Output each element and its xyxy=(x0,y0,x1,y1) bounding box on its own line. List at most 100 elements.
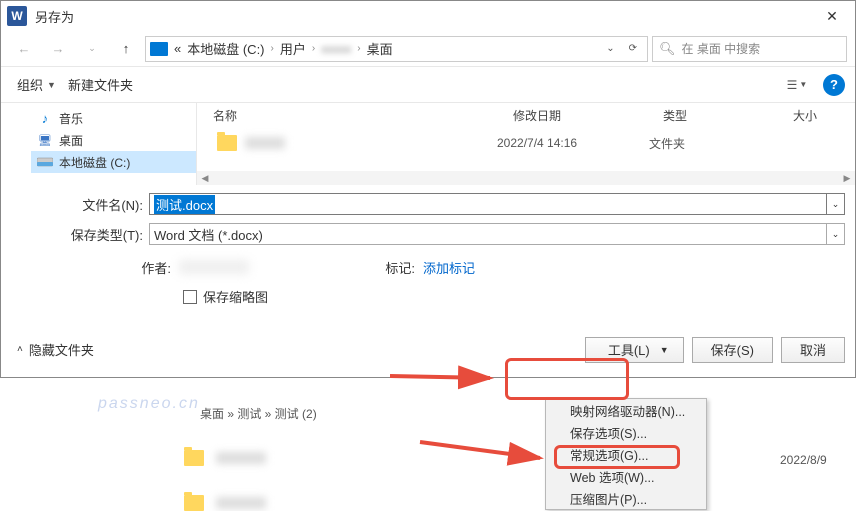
desktop-icon: 🖥 xyxy=(37,132,53,148)
sidebar: ♪ 音乐 🖥 桌面 本地磁盘 (C:) xyxy=(1,103,197,185)
filetype-row: 保存类型(T): Word 文档 (*.docx) ⌄ xyxy=(31,221,845,247)
tools-label: 工具(L) xyxy=(608,340,650,359)
path-box[interactable]: « 本地磁盘 (C:) › 用户 › xxxxx › 桌面 ⌄ ⟳ xyxy=(145,36,648,62)
file-row[interactable]: 2022/7/4 14:16 文件夹 xyxy=(197,131,855,155)
organize-label: 组织 xyxy=(17,75,43,94)
file-date: 2022/7/4 14:16 xyxy=(493,136,643,150)
forward-button[interactable]: → xyxy=(43,36,73,62)
file-area: 名称 修改日期 类型 大小 2022/7/4 14:16 文件夹 ◀ ▶ xyxy=(197,103,855,185)
tags-value[interactable]: 添加标记 xyxy=(423,258,603,277)
organize-button[interactable]: 组织 ▼ xyxy=(11,72,62,98)
bg-file-row-2 xyxy=(184,495,266,511)
sidebar-label: 桌面 xyxy=(59,132,83,149)
hide-folders-button[interactable]: ˄ 隐藏文件夹 xyxy=(11,336,100,363)
help-button[interactable]: ? xyxy=(823,74,845,96)
col-date[interactable]: 修改日期 xyxy=(497,107,647,124)
new-folder-label: 新建文件夹 xyxy=(68,75,133,94)
col-name[interactable]: 名称 xyxy=(197,107,497,124)
thumbnail-checkbox[interactable] xyxy=(183,290,197,304)
hide-folders-label: 隐藏文件夹 xyxy=(29,340,94,359)
titlebar: W 另存为 ✕ xyxy=(1,1,855,31)
pc-icon xyxy=(150,42,168,56)
menu-map-drive[interactable]: 映射网络驱动器(N)... xyxy=(546,399,706,421)
meta-row: 作者: 标记: 添加标记 xyxy=(31,251,845,277)
close-button[interactable]: ✕ xyxy=(809,1,855,31)
toolbar: 组织 ▼ 新建文件夹 ☰ ▼ ? xyxy=(1,67,855,103)
col-size[interactable]: 大小 xyxy=(777,107,855,124)
path-seg-4[interactable]: 桌面 xyxy=(365,39,395,58)
back-button[interactable]: ← xyxy=(9,36,39,62)
path-seg-3-blurred[interactable]: xxxxx xyxy=(319,42,353,56)
refresh-button[interactable]: ⟳ xyxy=(623,43,643,54)
filetype-value: Word 文档 (*.docx) xyxy=(154,225,263,244)
body: ♪ 音乐 🖥 桌面 本地磁盘 (C:) 名称 修改日期 类型 大小 xyxy=(1,103,855,185)
sidebar-item-music[interactable]: ♪ 音乐 xyxy=(31,107,196,129)
chevron-right-icon: › xyxy=(269,43,276,54)
thumbnail-label: 保存缩略图 xyxy=(203,287,268,306)
view-mode-button[interactable]: ☰ ▼ xyxy=(779,72,815,98)
watermark: passneo.cn xyxy=(98,395,200,413)
cancel-button[interactable]: 取消 xyxy=(781,337,845,363)
chevron-up-icon: ˄ xyxy=(17,344,23,355)
filename-dropdown[interactable]: ⌄ xyxy=(827,193,845,215)
recent-dropdown[interactable]: ⌄ xyxy=(77,36,107,62)
chevron-down-icon: ▼ xyxy=(47,80,56,90)
file-type: 文件夹 xyxy=(643,135,773,152)
tags-label: 标记: xyxy=(375,258,415,277)
h-scrollbar[interactable]: ◀ ▶ xyxy=(197,171,855,185)
filetype-label: 保存类型(T): xyxy=(31,225,149,244)
up-button[interactable]: ↑ xyxy=(111,36,141,62)
scroll-left-icon[interactable]: ◀ xyxy=(197,171,213,185)
chevron-down-icon: ▼ xyxy=(660,345,669,355)
search-input[interactable]: 🔍︎ 在 桌面 中搜索 xyxy=(652,36,847,62)
save-as-dialog: W 另存为 ✕ ← → ⌄ ↑ « 本地磁盘 (C:) › 用户 › xxxxx… xyxy=(0,0,856,378)
menu-compress-pictures[interactable]: 压缩图片(P)... xyxy=(546,487,706,509)
path-seg-0[interactable]: « xyxy=(172,41,183,56)
sidebar-item-desktop[interactable]: 🖥 桌面 xyxy=(31,129,196,151)
path-dropdown[interactable]: ⌄ xyxy=(600,43,620,54)
chevron-right-icon: › xyxy=(355,43,362,54)
tools-menu: 映射网络驱动器(N)... 保存选项(S)... 常规选项(G)... Web … xyxy=(545,398,707,510)
filetype-dropdown[interactable]: ⌄ xyxy=(827,223,845,245)
bg-file-row-1 xyxy=(184,450,266,466)
search-placeholder: 在 桌面 中搜索 xyxy=(682,40,761,57)
chevron-right-icon: › xyxy=(310,43,317,54)
col-type[interactable]: 类型 xyxy=(647,107,777,124)
file-name-blurred xyxy=(245,137,285,149)
filename-input[interactable]: 测试.docx xyxy=(149,193,827,215)
column-headers: 名称 修改日期 类型 大小 xyxy=(197,103,855,127)
author-label: 作者: xyxy=(131,258,171,277)
disk-icon xyxy=(37,154,53,170)
fields: 文件名(N): 测试.docx ⌄ 保存类型(T): Word 文档 (*.do… xyxy=(1,185,855,330)
window-title: 另存为 xyxy=(35,7,809,26)
filename-row: 文件名(N): 测试.docx ⌄ xyxy=(31,191,845,217)
annotation-arrow-2 xyxy=(420,440,560,473)
folder-icon xyxy=(184,495,204,511)
thumbnail-row: 保存缩略图 xyxy=(31,277,845,324)
path-seg-2[interactable]: 用户 xyxy=(278,39,308,58)
folder-icon xyxy=(217,135,237,151)
scroll-right-icon[interactable]: ▶ xyxy=(839,171,855,185)
sidebar-label: 音乐 xyxy=(59,110,83,127)
word-app-icon: W xyxy=(7,6,27,26)
new-folder-button[interactable]: 新建文件夹 xyxy=(62,72,139,98)
filename-value: 测试.docx xyxy=(154,195,215,214)
filename-label: 文件名(N): xyxy=(31,195,149,214)
search-icon: 🔍︎ xyxy=(659,41,676,57)
footer: ˄ 隐藏文件夹 工具(L) ▼ 保存(S) 取消 xyxy=(1,330,855,377)
bg-file-date: 2022/8/9 xyxy=(780,453,827,467)
author-value-blurred[interactable] xyxy=(179,260,249,274)
menu-general-options[interactable]: 常规选项(G)... xyxy=(546,443,706,465)
bg-breadcrumb: 桌面 » 测试 » 测试 (2) xyxy=(200,405,317,422)
tools-button[interactable]: 工具(L) ▼ xyxy=(585,337,684,363)
sidebar-item-localdisk[interactable]: 本地磁盘 (C:) xyxy=(31,151,196,173)
save-button[interactable]: 保存(S) xyxy=(692,337,773,363)
sidebar-label: 本地磁盘 (C:) xyxy=(59,154,130,171)
menu-save-options[interactable]: 保存选项(S)... xyxy=(546,421,706,443)
folder-icon xyxy=(184,450,204,466)
path-seg-1[interactable]: 本地磁盘 (C:) xyxy=(185,39,266,58)
menu-web-options[interactable]: Web 选项(W)... xyxy=(546,465,706,487)
music-icon: ♪ xyxy=(37,110,53,126)
filetype-select[interactable]: Word 文档 (*.docx) xyxy=(149,223,827,245)
navbar: ← → ⌄ ↑ « 本地磁盘 (C:) › 用户 › xxxxx › 桌面 ⌄ … xyxy=(1,31,855,67)
